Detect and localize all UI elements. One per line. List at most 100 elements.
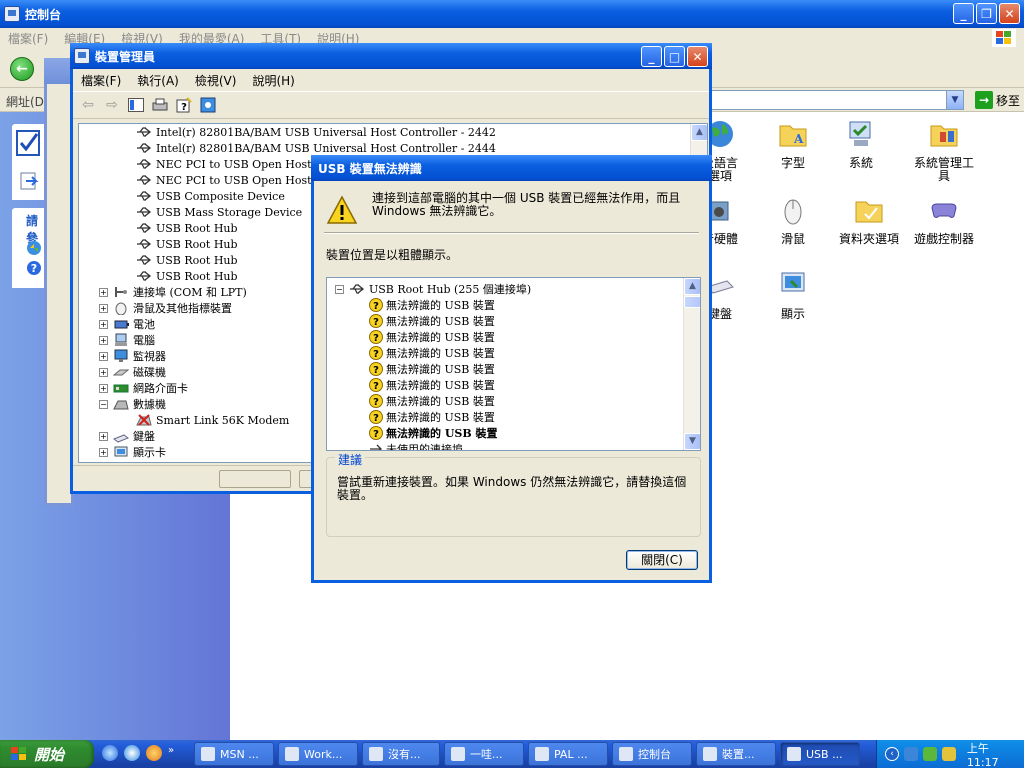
scroll-down-button[interactable]: ▼ [684,433,700,450]
volume-icon[interactable] [941,747,956,761]
windows-update-icon[interactable] [26,240,42,256]
print-icon[interactable] [149,94,171,116]
device-manager-titlebar[interactable]: 裝置管理員 _ □ ✕ [70,43,712,69]
device-tree-item[interactable]: + 顯示卡 [99,444,166,460]
more-chevron-icon[interactable]: » [168,745,174,761]
restore-button[interactable]: ❐ [976,3,997,24]
device-tree-item[interactable]: USB Mass Storage Device [136,204,302,220]
scroll-up-button[interactable]: ▲ [691,124,707,141]
device-tree-item[interactable]: USB Root Hub [136,268,238,284]
usb-device-row[interactable]: ? 無法辨識的 USB 裝置 [369,361,495,377]
taskbar-button[interactable]: PAL ... [528,742,608,766]
network-icon[interactable] [903,747,918,761]
folder-options-item[interactable]: 資料夾選項 [829,194,909,246]
scroll-thumb[interactable] [684,296,700,308]
usb-device-row[interactable]: ? 無法辨識的 USB 裝置 [369,393,495,409]
usb-device-row[interactable]: 未使用的連接埠 [369,441,463,450]
minimize-button[interactable]: _ [641,46,662,67]
expand-icon[interactable]: + [99,351,108,361]
close-button[interactable]: ✕ [999,3,1020,24]
chevron-down-icon[interactable]: ▼ [946,91,963,109]
game-controllers-item[interactable]: 遊戲控制器 [904,194,984,246]
taskbar-button[interactable]: 一哇... [444,742,524,766]
device-tree-item[interactable]: + 磁碟機 [99,364,166,380]
taskbar-button[interactable]: 控制台 [612,742,692,766]
taskbar-button[interactable]: 裝置... [696,742,776,766]
device-tree-item[interactable]: + 連接埠 (COM 和 LPT) [99,284,247,300]
vertical-scrollbar[interactable]: ▲ ▼ [683,278,700,450]
taskbar-button[interactable]: MSN ... [194,742,274,766]
menu-action[interactable]: 執行(A) [129,70,187,91]
usb-dialog-titlebar[interactable]: USB 裝置無法辨識 [311,155,712,181]
control-panel-titlebar[interactable]: 控制台 _ ❐ ✕ [0,0,1024,28]
minimize-button[interactable]: _ [953,3,974,24]
help-icon[interactable]: ? [26,260,42,276]
expand-icon[interactable]: + [99,383,108,393]
collapse-icon[interactable]: − [335,284,344,294]
device-tree-item[interactable]: + 滑鼠及其他指標裝置 [99,300,232,316]
device-tree-item[interactable]: USB Root Hub [136,252,238,268]
switch-view-icon[interactable] [18,170,42,194]
device-tree-item[interactable]: Intel(r) 82801BA/BAM USB Universal Host … [136,140,496,156]
admin-tools-item[interactable]: 系統管理工 具 [904,118,984,183]
taskbar-button[interactable]: 沒有... [362,742,440,766]
device-tree-item[interactable]: + 網路介面卡 [99,380,188,396]
usb-device-tree[interactable]: − USB Root Hub (255 個連接埠) ? 無法辨識的 USB 裝置?… [326,277,701,451]
back-arrow-icon[interactable]: ⇦ [77,94,99,116]
device-tree-item[interactable]: + 監視器 [99,348,166,364]
maximize-button[interactable]: □ [664,46,685,67]
show-desktop-icon[interactable] [102,745,118,761]
device-tree-item[interactable]: Smart Link 56K Modem [136,412,289,428]
expand-icon[interactable]: + [99,431,108,441]
menu-help[interactable]: 說明(H) [244,70,302,91]
system-item[interactable]: 系統 [821,118,901,170]
expand-icon[interactable]: + [99,447,108,457]
device-tree-item[interactable]: Intel(r) 82801BA/BAM USB Universal Host … [136,124,496,140]
tray-expand-icon[interactable]: ‹ [885,747,899,761]
usb-device-row[interactable]: ? 無法辨識的 USB 裝置 [369,409,495,425]
menu-file[interactable]: 檔案(F) [73,70,129,91]
usb-device-row[interactable]: ? 無法辨識的 USB 裝置 [369,345,495,361]
display-item[interactable]: 顯示 [753,269,833,321]
internet-explorer-icon[interactable] [124,745,140,761]
usb-device-row[interactable]: ? 無法辨識的 USB 裝置 [369,425,498,441]
device-tree-item[interactable]: + 電池 [99,316,155,332]
forward-arrow-icon[interactable]: ⇨ [101,94,123,116]
svg-text:?: ? [31,262,37,275]
scroll-up-button[interactable]: ▲ [684,278,700,295]
device-tree-item[interactable]: USB Root Hub [136,236,238,252]
device-tree-item[interactable]: − 數據機 [99,396,166,412]
usb-device-row[interactable]: ? 無法辨識的 USB 裝置 [369,377,495,393]
usb-device-row[interactable]: ? 無法辨識的 USB 裝置 [369,313,495,329]
go-button[interactable]: → 移至 [974,91,1020,109]
menu-file[interactable]: 檔案(F) [0,28,56,49]
usb-device-row[interactable]: ? 無法辨識的 USB 裝置 [369,297,495,313]
expand-icon[interactable]: + [99,303,108,313]
device-tree-item[interactable]: + 鍵盤 [99,428,155,444]
scan-hardware-icon[interactable] [197,94,219,116]
media-player-icon[interactable] [146,745,162,761]
usb-device-row[interactable]: ? 無法辨識的 USB 裝置 [369,329,495,345]
expand-icon[interactable]: + [99,287,108,297]
mouse-item[interactable]: 滑鼠 [753,194,833,246]
device-tree-item[interactable]: USB Root Hub [136,220,238,236]
device-tree-item[interactable]: USB Composite Device [136,188,285,204]
close-button[interactable]: 關閉(C) [626,550,698,570]
expand-icon[interactable]: + [99,335,108,345]
menu-view[interactable]: 檢視(V) [187,70,245,91]
back-arrow-icon[interactable]: ← [10,57,34,81]
start-button[interactable]: 開始 [0,740,94,768]
taskbar-button[interactable]: USB ... [780,742,860,766]
device-tree-item[interactable]: NEC PCI to USB Open Host Con [136,172,337,188]
device-tree-item[interactable]: + 電腦 [99,332,155,348]
help-properties-icon[interactable]: ? [173,94,195,116]
close-button[interactable]: ✕ [687,46,708,67]
root-hub-row[interactable]: − USB Root Hub (255 個連接埠) [335,281,531,297]
msn-tray-icon[interactable] [922,747,937,761]
expand-icon[interactable]: + [99,367,108,377]
taskbar-button[interactable]: Work... [278,742,358,766]
device-tree-item[interactable]: NEC PCI to USB Open Host Con [136,156,337,172]
collapse-icon[interactable]: − [99,399,108,409]
show-hide-tree-icon[interactable] [125,94,147,116]
expand-icon[interactable]: + [99,319,108,329]
